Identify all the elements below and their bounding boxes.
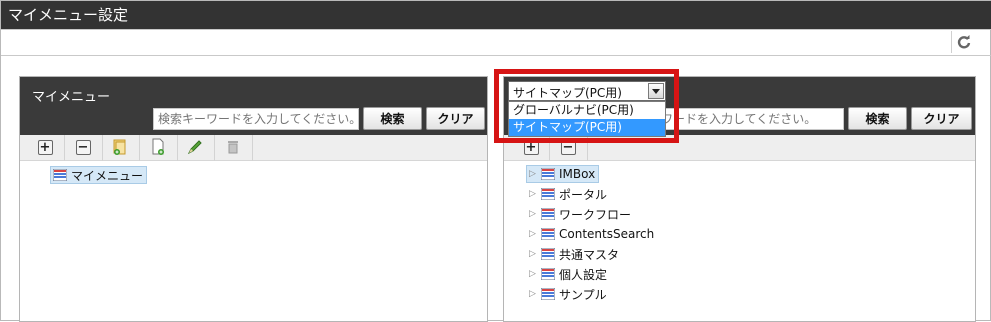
tree-node-label: 共通マスタ: [559, 247, 620, 262]
add-folder-icon: [113, 139, 126, 155]
menu-icon: [541, 228, 555, 240]
menu-icon: [541, 188, 555, 200]
menu-icon: [541, 268, 555, 280]
divider: [1, 55, 991, 56]
delete-icon: [228, 141, 238, 154]
expand-arrow-icon[interactable]: ▷: [529, 209, 539, 219]
menu-icon: [541, 168, 555, 180]
expand-arrow-icon[interactable]: ▷: [529, 289, 539, 299]
tree-node-personal-settings[interactable]: ▷ 個人設定: [529, 265, 607, 283]
refresh-icon: [957, 35, 970, 49]
add-button[interactable]: +: [35, 138, 55, 156]
remove-icon: −: [75, 139, 91, 155]
separator: [102, 135, 103, 161]
separator: [139, 135, 140, 161]
menu-icon: [541, 248, 555, 260]
expand-arrow-icon[interactable]: ▷: [529, 249, 539, 259]
menu-icon: [541, 288, 555, 300]
separator: [252, 135, 253, 161]
tree-node-label: ポータル: [559, 187, 608, 202]
expand-arrow-icon[interactable]: ▷: [529, 269, 539, 279]
tree-node-label: ContentsSearch: [559, 227, 655, 241]
tree-node-common-master[interactable]: ▷ 共通マスタ: [529, 245, 619, 263]
tree-node-label: ワークフロー: [559, 207, 632, 222]
separator: [177, 135, 178, 161]
tree-node-imbox[interactable]: ▷ IMBox: [526, 165, 600, 183]
tree-node-label: 個人設定: [559, 267, 608, 282]
divider: [1, 29, 991, 30]
expand-arrow-icon[interactable]: ▷: [529, 169, 539, 179]
tree-node-my-menu[interactable]: マイメニュー: [50, 166, 148, 184]
tree-node-contents-search[interactable]: ▷ ContentsSearch: [529, 225, 654, 243]
add-folder-button[interactable]: [110, 138, 130, 156]
menu-icon: [541, 208, 555, 220]
separator: [214, 135, 215, 161]
delete-button[interactable]: [223, 138, 243, 156]
search-button[interactable]: 検索: [848, 107, 907, 130]
separator: [64, 135, 65, 161]
edit-icon: [187, 140, 202, 155]
clear-button[interactable]: クリア: [426, 107, 485, 130]
refresh-button[interactable]: [951, 31, 975, 53]
tree-node-sample[interactable]: ▷ サンプル: [529, 285, 607, 303]
highlight-box: [494, 69, 679, 143]
edit-button[interactable]: [185, 138, 205, 156]
panel-header: マイメニュー 検索 クリア: [20, 77, 487, 135]
add-icon: +: [37, 139, 53, 155]
add-page-icon: [152, 138, 164, 155]
tree-node-portal[interactable]: ▷ ポータル: [529, 185, 607, 203]
tree-node-label: サンプル: [559, 287, 607, 302]
search-button[interactable]: 検索: [363, 107, 422, 130]
tree-node-label: マイメニュー: [71, 168, 144, 183]
tree-node-label: IMBox: [559, 167, 596, 181]
window: マイメニュー設定 マイメニュー 検索 クリア + −: [0, 0, 991, 322]
expand-arrow-icon[interactable]: ▷: [529, 189, 539, 199]
menu-icon: [53, 169, 67, 181]
remove-button[interactable]: −: [73, 138, 93, 156]
search-input[interactable]: [153, 108, 359, 130]
add-page-button[interactable]: [148, 138, 168, 156]
tree-toolbar: + −: [20, 135, 487, 161]
panel-title: マイメニュー: [32, 90, 111, 105]
clear-button[interactable]: クリア: [911, 107, 972, 130]
window-title: マイメニュー設定: [1, 1, 991, 29]
my-menu-panel: マイメニュー 検索 クリア + −: [19, 76, 488, 322]
tree-node-workflow[interactable]: ▷ ワークフロー: [529, 205, 631, 223]
expand-arrow-icon[interactable]: ▷: [529, 229, 539, 239]
